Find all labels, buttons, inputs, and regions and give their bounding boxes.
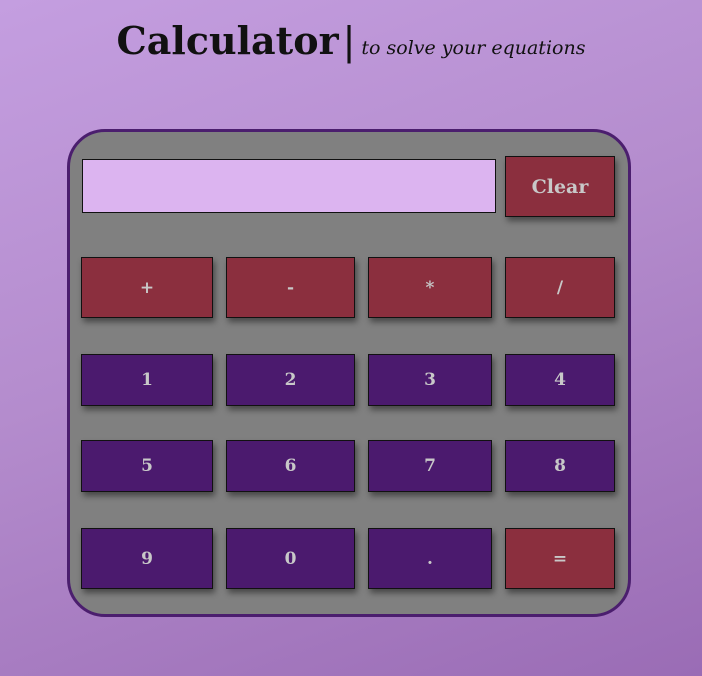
digit-1-button[interactable]: 1: [81, 354, 213, 406]
divide-button[interactable]: /: [505, 257, 615, 318]
digit-2-button[interactable]: 2: [226, 354, 355, 406]
decimal-button[interactable]: .: [368, 528, 492, 589]
digit-0-button[interactable]: 0: [226, 528, 355, 589]
digit-9-button[interactable]: 9: [81, 528, 213, 589]
calculator-display[interactable]: [82, 159, 496, 213]
plus-button[interactable]: +: [81, 257, 213, 318]
digit-6-button[interactable]: 6: [226, 440, 355, 492]
equals-button[interactable]: =: [505, 528, 615, 589]
digit-8-button[interactable]: 8: [505, 440, 615, 492]
page-header: Calculator | to solve your equations: [0, 18, 702, 63]
digit-5-button[interactable]: 5: [81, 440, 213, 492]
multiply-button[interactable]: *: [368, 257, 492, 318]
clear-button[interactable]: Clear: [505, 156, 615, 217]
digit-3-button[interactable]: 3: [368, 354, 492, 406]
page-title: Calculator: [116, 18, 339, 63]
minus-button[interactable]: -: [226, 257, 355, 318]
digit-7-button[interactable]: 7: [368, 440, 492, 492]
calculator-panel: Clear + - * / 1 2 3 4 5 6 7 8 9 0 . =: [67, 129, 631, 617]
digit-4-button[interactable]: 4: [505, 354, 615, 406]
page-subtitle: to solve your equations: [361, 37, 586, 59]
title-divider: |: [342, 19, 356, 63]
